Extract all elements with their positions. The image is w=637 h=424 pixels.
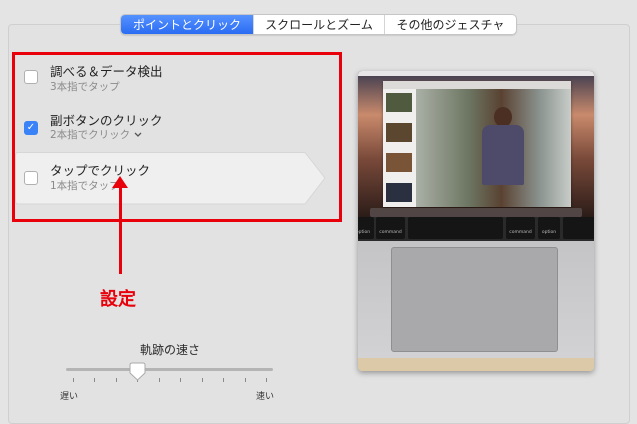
option-title: 調べる＆データ検出 <box>50 64 163 79</box>
command-key-left: command <box>376 217 405 239</box>
secondary-click-dropdown[interactable]: 2本指でクリック <box>50 127 142 142</box>
laptop-screen <box>358 71 594 217</box>
annotation-arrow-line <box>119 186 122 274</box>
slider-tick <box>180 378 182 382</box>
tab-more-gestures[interactable]: その他のジェスチャ <box>385 15 516 34</box>
option-title: タップでクリック <box>50 163 151 178</box>
secondary-click-checkbox[interactable]: ✓ <box>24 121 38 135</box>
slow-label: 遅い <box>60 392 79 402</box>
keyboard-row: option command command option <box>358 217 594 241</box>
slider-tick <box>94 378 96 382</box>
tab-scroll-and-zoom[interactable]: スクロールとズーム <box>254 15 385 34</box>
trackpad <box>391 247 558 352</box>
gesture-preview-video: option command command option <box>358 71 594 371</box>
option-key-right: option <box>538 217 560 239</box>
option-row-tap-to-click[interactable] <box>24 171 38 185</box>
slider-tick <box>73 378 74 382</box>
slider-tick <box>201 378 203 382</box>
command-key-right: command <box>506 217 535 239</box>
slider-tick <box>115 378 117 382</box>
option-subtitle: 2本指でクリック <box>50 129 131 141</box>
tap-to-click-checkbox[interactable] <box>24 171 38 185</box>
slider-tick <box>158 378 160 382</box>
checkmark-icon: ✓ <box>26 122 36 133</box>
option-subtitle: 3本指でタップ <box>50 81 120 93</box>
chevron-down-icon <box>134 132 142 137</box>
option-row-lookup[interactable] <box>24 70 38 84</box>
desk-surface <box>358 358 594 371</box>
tab-point-and-click[interactable]: ポイントとクリック <box>121 15 254 34</box>
photos-window <box>383 81 571 207</box>
option-key-left: option <box>358 217 374 239</box>
menu-bar <box>358 71 594 76</box>
laptop-body <box>358 241 594 358</box>
tracking-speed-track[interactable] <box>66 368 273 371</box>
fast-label: 速い <box>256 392 275 402</box>
slider-tick <box>223 378 225 382</box>
option-row-secondary-click[interactable]: ✓ <box>24 121 38 135</box>
lookup-checkbox[interactable] <box>24 70 38 84</box>
slider-tick <box>266 378 267 382</box>
arrow-key <box>563 217 594 239</box>
annotation-label: 設定 <box>100 289 136 310</box>
slider-tick <box>244 378 246 382</box>
segmented-tabs: ポイントとクリック スクロールとズーム その他のジェスチャ <box>120 14 517 35</box>
dock <box>370 208 582 217</box>
slider-thumb[interactable] <box>129 362 146 382</box>
option-subtitle: 1本指でタップ <box>50 180 120 192</box>
tracking-speed-label: 軌跡の速さ <box>140 343 201 357</box>
photo <box>416 89 571 207</box>
space-bar <box>408 217 503 239</box>
